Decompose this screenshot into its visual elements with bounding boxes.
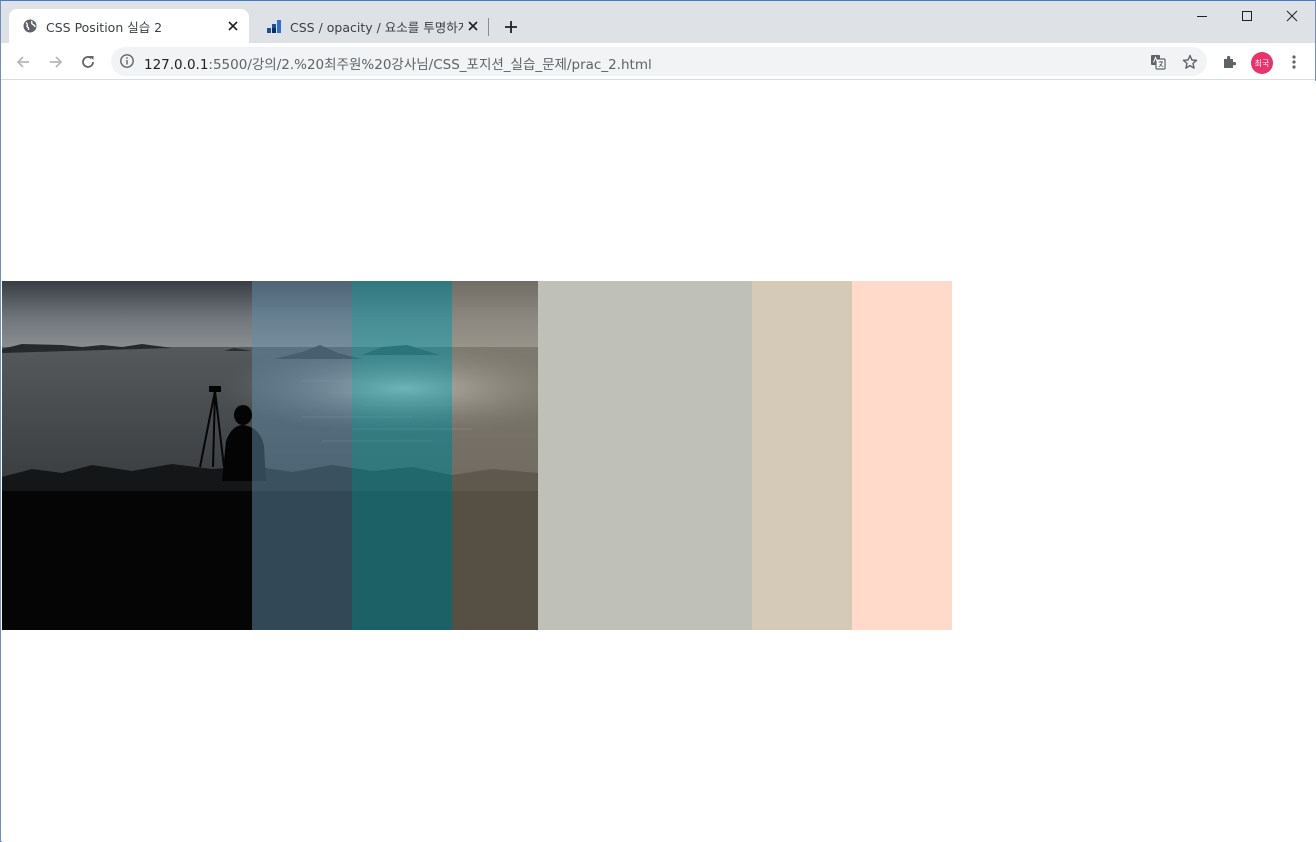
close-tab-icon[interactable] (223, 16, 243, 36)
tab-css-opacity[interactable]: CSS / opacity / 요소를 투명하게 (253, 9, 489, 43)
extensions-button[interactable] (1219, 51, 1241, 73)
overlay-taupe (452, 281, 538, 630)
url-text: 127.0.0.1:5500/강의/2.%20최주원%20강사님/CSS_포지션… (144, 53, 652, 73)
menu-button[interactable] (1283, 51, 1305, 73)
swatch-beige (752, 281, 852, 630)
puzzle-icon (1224, 55, 1237, 68)
forward-button[interactable] (42, 48, 70, 76)
url-path: :5500/강의/2.%20최주원%20강사님/CSS_포지션_실습_문제/pr… (208, 57, 652, 73)
overlay-teal (352, 281, 452, 630)
swatch-sage (538, 281, 752, 630)
overlay-blue (252, 281, 352, 630)
back-button[interactable] (9, 48, 37, 76)
address-bar[interactable]: 127.0.0.1:5500/강의/2.%20최주원%20강사님/CSS_포지션… (111, 47, 1207, 76)
minimize-icon (1197, 16, 1207, 17)
close-tab-icon[interactable] (463, 16, 483, 36)
tab-title: CSS Position 실습 2 (46, 19, 163, 35)
maximize-button[interactable] (1224, 1, 1270, 31)
plus-icon (505, 21, 517, 33)
swatch-peach (852, 281, 952, 630)
more-vertical-icon (1292, 55, 1296, 69)
minimize-button[interactable] (1179, 1, 1225, 31)
page-viewport (2, 81, 1316, 842)
tab-strip: CSS Position 실습 2 CSS / opacity / 요소를 투명… (1, 1, 1315, 43)
profile-avatar[interactable]: 최국 (1251, 52, 1273, 74)
close-icon (1286, 10, 1298, 22)
bookmark-star-icon[interactable] (1180, 52, 1200, 72)
maximize-icon (1242, 11, 1252, 21)
reload-icon (82, 56, 94, 68)
tab-css-position[interactable]: CSS Position 실습 2 (9, 9, 249, 43)
browser-window: CSS Position 실습 2 CSS / opacity / 요소를 투명… (0, 0, 1316, 842)
tab-separator (488, 18, 489, 36)
url-host: 127.0.0.1 (144, 57, 209, 73)
globe-icon (22, 18, 38, 34)
close-window-button[interactable] (1269, 1, 1315, 31)
new-tab-button[interactable] (499, 15, 523, 39)
tab-title: CSS / opacity / 요소를 투명하게 (290, 19, 463, 35)
arrow-left-icon (16, 56, 29, 68)
reload-button[interactable] (74, 48, 102, 76)
arrow-right-icon (50, 56, 63, 68)
bar-chart-icon (266, 18, 282, 34)
color-scene (2, 281, 952, 630)
info-icon[interactable] (119, 53, 135, 69)
translate-icon[interactable] (1148, 52, 1168, 72)
browser-toolbar: 127.0.0.1:5500/강의/2.%20최주원%20강사님/CSS_포지션… (1, 43, 1315, 80)
